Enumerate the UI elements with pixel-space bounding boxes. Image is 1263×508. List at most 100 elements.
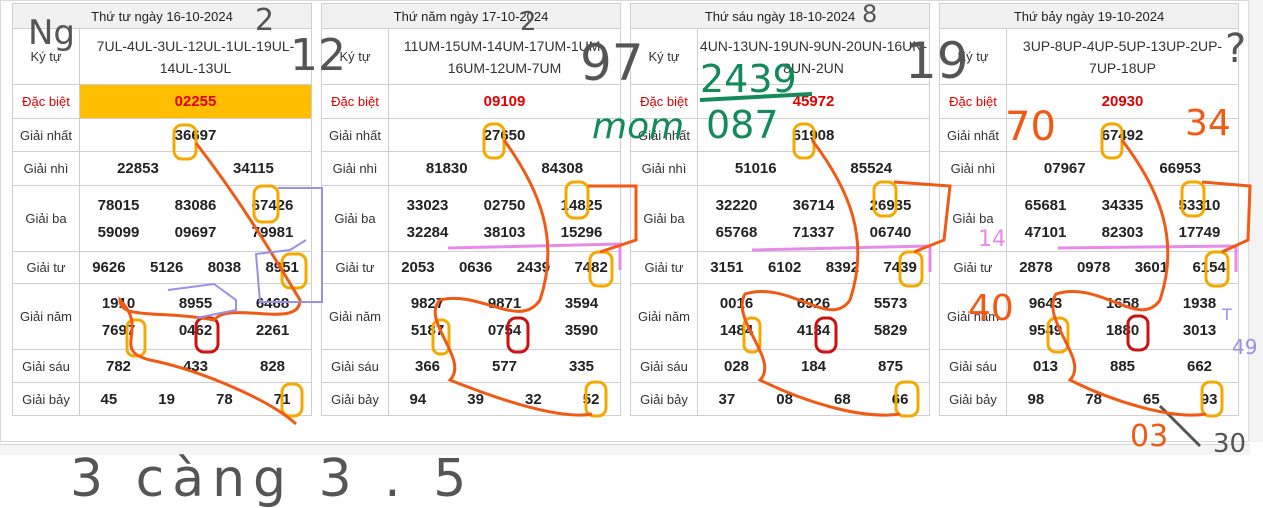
prize-number: 5187 — [410, 321, 445, 339]
prize-number: 84308 — [541, 160, 584, 177]
prize-number: 52 — [582, 390, 600, 408]
prize-number: 32284 — [406, 223, 449, 241]
second-prize-label: Giải nhì — [939, 151, 1007, 186]
sixth-prize-label: Giải sáu — [939, 349, 1007, 383]
prize-number: 15296 — [560, 223, 603, 241]
prize-number: 66 — [891, 390, 909, 408]
prize-number: 39 — [467, 390, 484, 408]
prize-number: 6468 — [255, 294, 290, 312]
third-prize-label: Giải ba — [939, 185, 1007, 252]
kytu-label: Ký tự — [12, 28, 80, 85]
kytu-label: Ký tự — [939, 28, 1007, 85]
fifth-prize-label: Giải năm — [630, 283, 698, 350]
prize-number: 65681 — [1024, 196, 1067, 214]
prize-number: 9549 — [1028, 321, 1063, 339]
prize-number: 1484 — [719, 321, 754, 339]
prize-number: 66953 — [1159, 160, 1202, 177]
special-prize-label: Đặc biệt — [630, 84, 698, 119]
scrollbar[interactable] — [1248, 0, 1263, 442]
prize-number: 78 — [216, 390, 233, 408]
prize-number: 7482 — [574, 259, 608, 276]
third-prize-label: Giải ba — [630, 185, 698, 252]
prize-number: 3013 — [1182, 321, 1217, 339]
prize-number: 71 — [273, 390, 291, 408]
prize-number: 2053 — [401, 259, 435, 276]
fourth-prize-label: Giải tư — [630, 251, 698, 284]
board-date: Thứ tư ngày 16-10-2024 — [12, 3, 312, 29]
prize-number: 1880 — [1105, 321, 1140, 339]
special-prize-label: Đặc biệt — [321, 84, 389, 119]
special-prize-value: 20930 — [1006, 84, 1239, 119]
prize-number: 93 — [1200, 390, 1218, 408]
prize-number: 7697 — [101, 321, 136, 339]
prize-number: 07967 — [1043, 160, 1086, 177]
prize-number: 662 — [1186, 357, 1213, 375]
prize-number: 33023 — [406, 196, 449, 214]
prize-number: 0978 — [1076, 259, 1111, 276]
prize-number: 0754 — [487, 321, 522, 339]
prize-number: 83086 — [174, 196, 217, 214]
sixth-prize-label: Giải sáu — [630, 349, 698, 383]
prize-number: 85524 — [850, 160, 893, 177]
prize-number: 828 — [259, 357, 286, 375]
prize-number: 3601 — [1134, 259, 1169, 276]
sixth-prize-label: Giải sáu — [12, 349, 80, 383]
prize-number: 38103 — [483, 223, 526, 241]
kytu-value: 3UP-8UP-4UP-5UP-13UP-2UP-7UP-18UP — [1006, 28, 1239, 85]
kytu-label: Ký tự — [321, 28, 389, 85]
first-prize-label: Giải nhất — [12, 118, 80, 152]
prize-number: 7439 — [883, 259, 917, 276]
prize-number: 37 — [718, 390, 736, 408]
horizontal-scrollbar[interactable] — [0, 444, 1250, 455]
annotation-text: 3 càng 3 . 5 — [70, 449, 474, 508]
fifth-prize-label: Giải năm — [321, 283, 389, 350]
result-board-4: Thứ bảy ngày 19-10-2024 Ký tự 3UP-8UP-4UP… — [939, 3, 1239, 416]
special-prize-label: Đặc biệt — [939, 84, 1007, 119]
prize-number: 65 — [1143, 390, 1160, 408]
result-board-2: Thứ năm ngày 17-10-2024 Ký tự 11UM-15UM-1… — [321, 3, 621, 416]
prize-number: 9643 — [1028, 294, 1063, 312]
seventh-prize-label: Giải bảy — [630, 382, 698, 416]
seventh-prize-label: Giải bảy — [939, 382, 1007, 416]
first-prize-label: Giải nhất — [939, 118, 1007, 152]
prize-number: 9626 — [92, 259, 126, 276]
first-prize-value: 27650 — [388, 118, 621, 152]
board-date: Thứ năm ngày 17-10-2024 — [321, 3, 621, 29]
prize-number: 32220 — [715, 196, 758, 214]
fourth-prize-label: Giải tư — [321, 251, 389, 284]
prize-number: 8955 — [178, 294, 213, 312]
prize-number: 885 — [1109, 357, 1136, 375]
prize-number: 09697 — [174, 223, 217, 241]
prize-number: 34115 — [233, 160, 274, 177]
prize-number: 782 — [105, 357, 132, 375]
first-prize-value: 36697 — [79, 118, 312, 152]
prize-number: 8038 — [207, 259, 242, 276]
prize-number: 4134 — [796, 321, 831, 339]
prize-number: 34335 — [1101, 196, 1144, 214]
prize-number: 82303 — [1101, 223, 1144, 241]
prize-number: 02750 — [483, 196, 526, 214]
prize-number: 013 — [1032, 357, 1059, 375]
prize-number: 9827 — [410, 294, 445, 312]
fifth-prize-label: Giải năm — [939, 283, 1007, 350]
prize-number: 2439 — [516, 259, 551, 276]
second-prize-label: Giải nhì — [630, 151, 698, 186]
sixth-prize-label: Giải sáu — [321, 349, 389, 383]
special-prize-label: Đặc biệt — [12, 84, 80, 119]
prize-number: 81830 — [425, 160, 468, 177]
first-prize-value: 61908 — [697, 118, 930, 152]
prize-number: 8951 — [265, 259, 299, 276]
prize-number: 53310 — [1178, 196, 1221, 214]
kytu-value: 4UN-13UN-19UN-9UN-20UN-16UN-8UN-2UN — [697, 28, 930, 85]
prize-number: 1658 — [1105, 294, 1140, 312]
prize-number: 65768 — [715, 223, 758, 241]
prize-number: 0636 — [458, 259, 493, 276]
prize-number: 36714 — [792, 196, 835, 214]
fifth-prize-label: Giải năm — [12, 283, 80, 350]
prize-number: 2878 — [1019, 259, 1053, 276]
first-prize-value: 67492 — [1006, 118, 1239, 152]
prize-number: 335 — [568, 357, 595, 375]
kytu-label: Ký tự — [630, 28, 698, 85]
prize-number: 3594 — [564, 294, 599, 312]
board-date: Thứ sáu ngày 18-10-2024 — [630, 3, 930, 29]
